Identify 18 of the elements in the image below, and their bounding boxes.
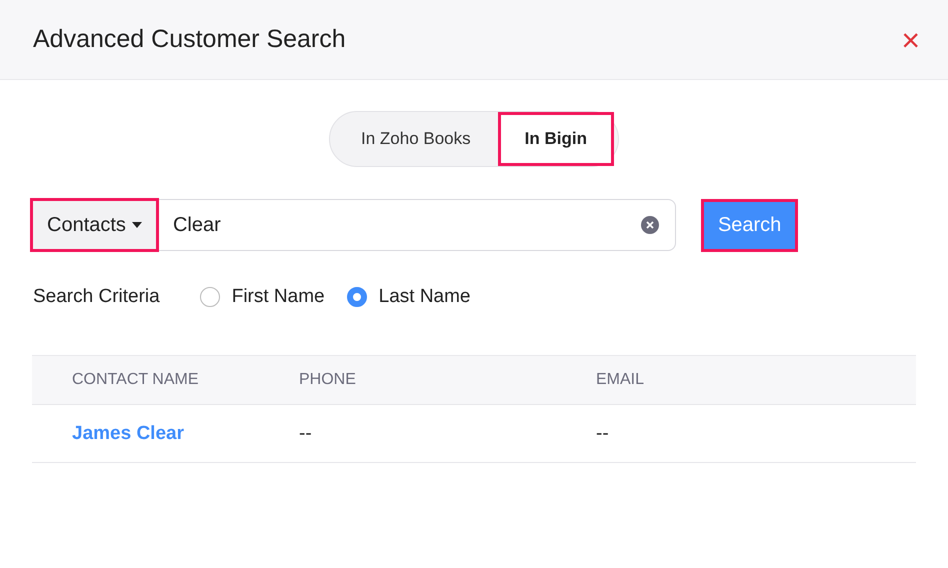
column-header: EMAIL — [595, 356, 916, 404]
radio-label[interactable]: Last Name — [378, 286, 470, 308]
criteria-label: Search Criteria — [33, 286, 160, 308]
radio-button[interactable] — [200, 287, 220, 307]
dialog-title: Advanced Customer Search — [33, 25, 346, 54]
column-header: PHONE — [298, 356, 595, 404]
radio-label[interactable]: First Name — [232, 286, 325, 308]
module-dropdown[interactable]: Contacts — [30, 198, 159, 252]
clear-icon[interactable] — [640, 216, 659, 234]
source-tab[interactable]: In Bigin — [498, 112, 614, 166]
table-cell: -- — [595, 404, 916, 462]
table-cell: -- — [298, 404, 595, 462]
close-button[interactable]: × — [901, 24, 920, 56]
source-tab[interactable]: In Zoho Books — [334, 112, 498, 166]
search-field[interactable]: Clear — [158, 199, 676, 251]
radio-button[interactable] — [346, 287, 367, 307]
caret-icon — [132, 222, 142, 228]
column-header: CONTACT NAME — [32, 356, 298, 404]
